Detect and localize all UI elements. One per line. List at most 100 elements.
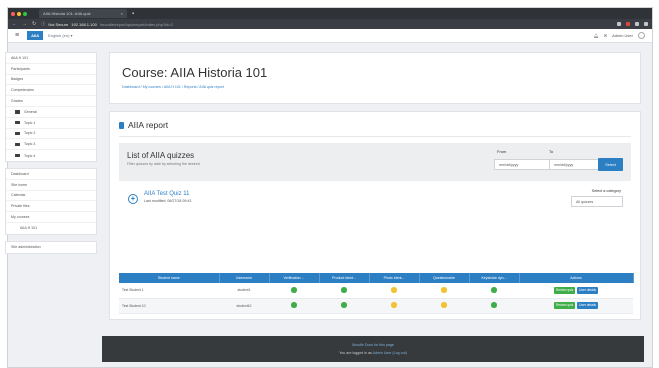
site-nav-item[interactable]: Site home [6, 180, 96, 191]
quiz-filter-box: List of AIIA quizzes Filter quizzes by d… [119, 143, 631, 181]
menu-icon[interactable] [644, 22, 648, 26]
extension-icon[interactable] [626, 22, 630, 26]
status-green-icon [291, 302, 297, 308]
course-nav-item[interactable]: AIIA H 101 [6, 53, 96, 64]
actions-cell: Review quiz User details [519, 283, 633, 299]
status-cell [319, 298, 369, 314]
course-nav-item[interactable]: General [6, 107, 96, 118]
review-quiz-button[interactable]: Review quiz [553, 286, 576, 294]
reload-icon[interactable]: ↻ [32, 21, 36, 27]
folder-icon [15, 142, 20, 147]
site-nav-item[interactable]: My courses [6, 212, 96, 223]
course-nav-item[interactable]: Topic 3 [6, 139, 96, 151]
add-icon[interactable]: + [128, 194, 138, 204]
close-window-button[interactable] [11, 11, 15, 16]
url-path: /moodle/report/quizreport/index.php?id=2 [99, 21, 173, 27]
status-cell [319, 283, 369, 299]
site-nav-item[interactable]: Dashboard [6, 169, 96, 180]
course-nav-item[interactable]: Badges [6, 75, 96, 86]
user-details-button[interactable]: User details [577, 286, 599, 294]
course-nav-item[interactable]: Topic 4 [6, 150, 96, 161]
extension-icon[interactable] [635, 22, 639, 26]
username-cell: student1 [219, 283, 269, 299]
table-row: Test Student 1 student1 Review quiz User de… [119, 283, 633, 299]
main-region: Course: AIIA Historia 101 Dashboard / My… [109, 52, 641, 320]
site-nav-item[interactable]: AIIA H 101 [6, 223, 96, 234]
site-nav-item[interactable]: Private files [6, 201, 96, 213]
site-nav-item-label: Site home [11, 182, 28, 187]
site-nav-item-label: Private files [11, 204, 30, 209]
student-name-cell[interactable]: Test Student 1 [119, 283, 219, 299]
site-brand[interactable]: AIIA [27, 31, 44, 40]
quiz-name[interactable]: AIIA Test Quiz 11 [144, 191, 189, 197]
column-header[interactable]: Photo Ident... [369, 273, 420, 283]
course-nav-item-label: Badges [11, 77, 24, 82]
admin-nav-item[interactable]: Site administration [6, 242, 96, 253]
address-bar: ← → ↻ ⓘ Not Secure 192.168.1.100/moodle/… [8, 19, 652, 29]
to-date-input[interactable]: mm/dd/yyyy [549, 159, 605, 170]
page-header: Course: AIIA Historia 101 Dashboard / My… [109, 52, 641, 104]
star-icon[interactable] [617, 22, 621, 26]
extension-bar [617, 22, 648, 26]
info-icon: ⓘ [41, 21, 46, 26]
report-icon [119, 121, 124, 129]
course-nav-item-label: Competencies [11, 88, 34, 93]
status-yellow-icon [441, 287, 447, 293]
course-nav-item[interactable]: Topic 1 [6, 118, 96, 129]
moodle-navbar: ≡ AIIA English (en) ▾ 🔔︎ ✉︎ Admin User [8, 29, 652, 43]
admin-nav-block: Site administration [5, 240, 97, 254]
table-header-row: Student name Username Verification ... Prod… [119, 273, 634, 283]
results-table: Student name Username Verification ... Prod… [119, 273, 634, 314]
tab-close-icon[interactable]: × [121, 11, 123, 16]
folder-icon [15, 120, 20, 125]
status-cell [269, 283, 319, 299]
site-nav-block: Dashboard Site home Calendar Private files M… [5, 167, 97, 235]
folder-icon [15, 131, 20, 136]
site-nav-item[interactable]: Calendar [6, 191, 96, 202]
column-header[interactable]: Product Ident... [319, 273, 370, 283]
login-user-link[interactable]: Admin User (Log out) [373, 351, 407, 355]
student-name-cell[interactable]: Test Student 10 [119, 298, 219, 314]
course-nav-item[interactable]: Participants [6, 64, 96, 75]
hamburger-menu-icon[interactable]: ≡ [15, 32, 19, 39]
column-header[interactable]: Username [219, 273, 270, 283]
minimize-window-button[interactable] [17, 11, 21, 16]
select-button[interactable]: Select [598, 158, 623, 171]
back-icon[interactable]: ← [12, 21, 17, 27]
course-nav-item[interactable]: Competencies [6, 85, 96, 97]
from-date-input[interactable]: mm/dd/yyyy [494, 159, 550, 170]
course-nav-item-label: Topic 3 [24, 142, 36, 147]
site-nav-item-label: My courses [11, 215, 30, 220]
notifications-icon[interactable]: 🔔︎ [594, 33, 599, 38]
category-label: Select a category [591, 189, 621, 193]
language-menu[interactable]: English (en) ▾ [48, 33, 72, 38]
column-header[interactable]: Verification ... [269, 273, 320, 283]
new-tab-button[interactable]: ▪ [132, 11, 134, 17]
column-header[interactable]: Actions [519, 273, 634, 283]
course-nav-item-label: Participants [11, 66, 30, 71]
messages-icon[interactable]: ✉︎ [604, 33, 607, 38]
docs-link[interactable]: Moodle Docs for this page [102, 343, 644, 347]
browser-tab[interactable]: AIIA Historia 101: AIIA quiz × [39, 9, 127, 18]
category-select[interactable]: All quizzes [571, 196, 623, 207]
table-body: Test Student 1 student1 Review quiz User de… [119, 283, 633, 314]
review-quiz-button[interactable]: Review quiz [553, 302, 576, 309]
folder-icon [15, 153, 20, 158]
status-cell [369, 283, 419, 299]
course-nav-item-label: General [24, 109, 37, 114]
column-header[interactable]: Questionnaire [419, 273, 470, 283]
status-yellow-icon [391, 287, 397, 293]
breadcrumb[interactable]: Dashboard / My courses / AIIA H 101 / Re… [122, 85, 628, 89]
avatar[interactable] [638, 32, 645, 39]
forward-icon[interactable]: → [22, 21, 27, 27]
actions-cell: Review quiz User details [519, 298, 633, 314]
course-nav-item[interactable]: Topic 2 [6, 129, 96, 140]
column-header[interactable]: Keystroke dyn... [469, 273, 520, 283]
security-label: Not Secure [48, 21, 69, 27]
user-name[interactable]: Admin User [612, 33, 633, 38]
maximize-window-button[interactable] [23, 11, 27, 16]
url-field[interactable]: ⓘ Not Secure 192.168.1.100/moodle/report… [41, 21, 609, 27]
user-details-button[interactable]: User details [577, 302, 599, 309]
course-nav-item[interactable]: Grades [6, 96, 96, 107]
column-header[interactable]: Student name [119, 273, 220, 283]
